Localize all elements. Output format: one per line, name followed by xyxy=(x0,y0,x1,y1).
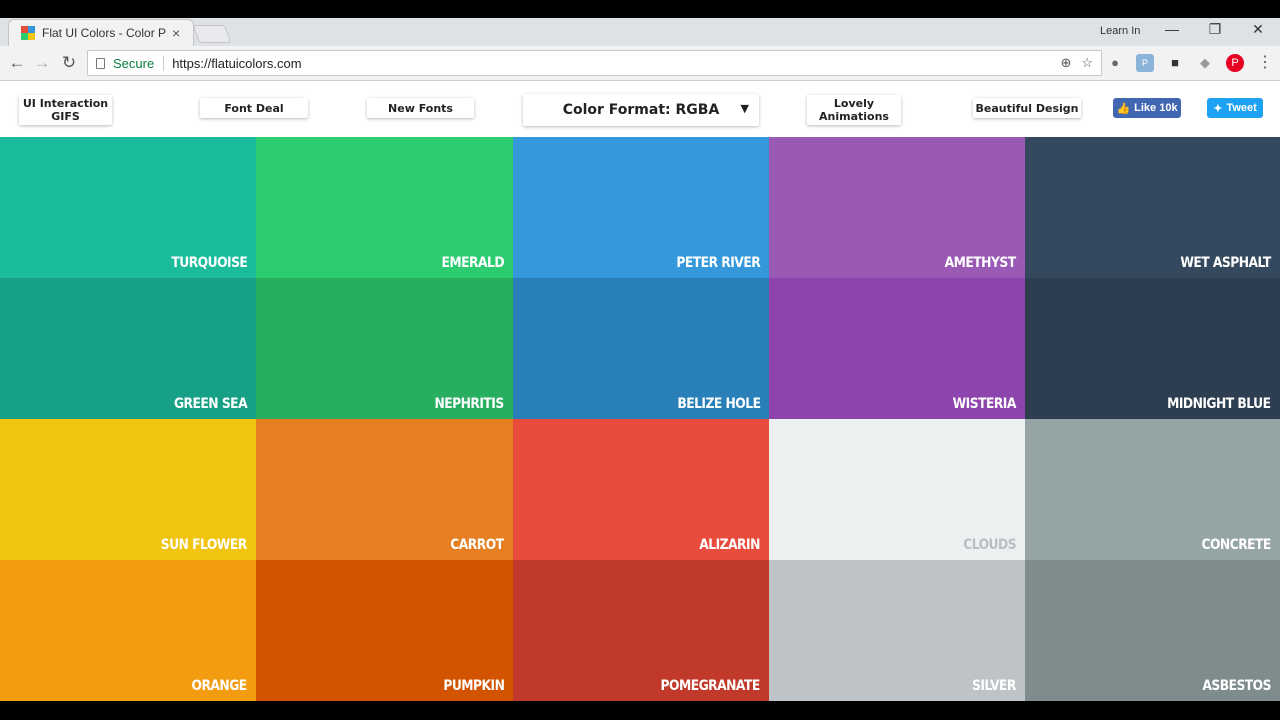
font-deal-button[interactable]: Font Deal xyxy=(200,98,308,118)
address-bar[interactable]: Secure https://flatuicolors.com ⊕ ☆ xyxy=(87,50,1102,76)
chevron-down-icon: ▼ xyxy=(740,102,749,115)
swatch-label: ASBESTOS xyxy=(1202,678,1271,694)
swatch-label: PUMPKIN xyxy=(442,678,505,694)
extension-shield-icon[interactable]: ◆ xyxy=(1196,54,1214,72)
tab-title: Flat UI Colors - Color Pal xyxy=(42,26,166,40)
color-swatch-asbestos[interactable]: ASBESTOS xyxy=(1025,560,1280,701)
omnibox-actions: ⊕ ☆ xyxy=(1060,55,1093,71)
extension-badge-icon[interactable]: ■ xyxy=(1166,54,1184,72)
color-swatch-orange[interactable]: ORANGE xyxy=(0,560,256,701)
back-button[interactable]: ← xyxy=(6,52,28,74)
tab-flat-ui-colors[interactable]: Flat UI Colors - Color Pal × xyxy=(8,19,194,46)
restore-button[interactable]: ❐ xyxy=(1203,21,1227,38)
color-swatch-midnight-blue[interactable]: MIDNIGHT BLUE xyxy=(1025,278,1280,419)
swatch-label: AMETHYST xyxy=(945,255,1016,271)
swatch-label: ORANGE xyxy=(191,678,248,694)
url-text[interactable]: https://flatuicolors.com xyxy=(172,56,301,71)
swatch-label: POMEGRANATE xyxy=(660,678,761,694)
facebook-like-label: Like 10k xyxy=(1134,102,1178,114)
extension-ps-icon[interactable]: P xyxy=(1136,54,1154,72)
bookmark-star-icon[interactable]: ☆ xyxy=(1081,55,1093,71)
swatch-label: GREEN SEA xyxy=(173,396,248,412)
color-swatch-pumpkin[interactable]: PUMPKIN xyxy=(256,560,513,701)
site-nav: UI Interaction GIFS Font Deal New Fonts … xyxy=(0,81,1280,137)
color-swatch-emerald[interactable]: EMERALD xyxy=(256,137,513,278)
swatch-label: PETER RIVER xyxy=(676,255,760,271)
translate-icon[interactable]: ⊕ xyxy=(1060,55,1071,71)
ui-interaction-gifs-button[interactable]: UI Interaction GIFS xyxy=(19,95,112,125)
color-swatch-alizarin[interactable]: ALIZARIN xyxy=(513,419,769,560)
color-swatch-silver[interactable]: SILVER xyxy=(769,560,1025,701)
color-swatch-wet-asphalt[interactable]: WET ASPHALT xyxy=(1025,137,1280,278)
color-format-select[interactable]: Color Format: RGBA ▼ xyxy=(523,94,759,126)
facebook-like-button[interactable]: 👍 Like 10k xyxy=(1113,98,1181,118)
pinterest-icon[interactable]: P xyxy=(1226,54,1244,72)
browser-window: Flat UI Colors - Color Pal × Learn In — … xyxy=(0,0,1280,720)
color-swatch-amethyst[interactable]: AMETHYST xyxy=(769,137,1025,278)
tweet-button[interactable]: ✦ Tweet xyxy=(1207,98,1263,118)
color-swatch-sun-flower[interactable]: SUN FLOWER xyxy=(0,419,256,560)
tab-strip: Flat UI Colors - Color Pal × Learn In — … xyxy=(0,18,1280,46)
swatch-label: BELIZE HOLE xyxy=(676,396,761,412)
minimize-button[interactable]: — xyxy=(1160,21,1184,37)
color-format-label: Color Format: RGBA xyxy=(562,102,720,118)
extension-bulb-icon[interactable]: ● xyxy=(1106,54,1124,72)
reload-button[interactable]: ↻ xyxy=(58,52,80,74)
color-swatch-wisteria[interactable]: WISTERIA xyxy=(769,278,1025,419)
close-icon[interactable]: × xyxy=(172,25,180,41)
beautiful-design-button[interactable]: Beautiful Design xyxy=(973,98,1081,118)
swatch-label: ALIZARIN xyxy=(699,537,760,553)
page-info-icon[interactable] xyxy=(96,57,105,69)
swatch-label: NEPHRITIS xyxy=(434,396,505,412)
swatch-label: CONCRETE xyxy=(1201,537,1272,553)
swatch-label: CLOUDS xyxy=(963,537,1016,553)
color-swatch-clouds[interactable]: CLOUDS xyxy=(769,419,1025,560)
browser-menu-icon[interactable]: ⋮ xyxy=(1256,54,1274,72)
forward-button[interactable]: → xyxy=(31,52,53,74)
new-tab-button[interactable] xyxy=(192,25,232,43)
color-swatch-peter-river[interactable]: PETER RIVER xyxy=(513,137,769,278)
color-swatch-turquoise[interactable]: TURQUOISE xyxy=(0,137,256,278)
color-grid: TURQUOISE EMERALD PETER RIVER AMETHYST WET A… xyxy=(0,137,1280,701)
browser-toolbar: ← → ↻ Secure https://flatuicolors.com ⊕ … xyxy=(0,46,1280,81)
twitter-bird-icon: ✦ xyxy=(1213,102,1223,115)
color-swatch-nephritis[interactable]: NEPHRITIS xyxy=(256,278,513,419)
swatch-label: WISTERIA xyxy=(952,396,1017,412)
color-swatch-carrot[interactable]: CARROT xyxy=(256,419,513,560)
swatch-label: MIDNIGHT BLUE xyxy=(1167,396,1272,412)
swatch-label: SUN FLOWER xyxy=(161,537,248,553)
new-fonts-button[interactable]: New Fonts xyxy=(367,98,474,118)
color-swatch-green-sea[interactable]: GREEN SEA xyxy=(0,278,256,419)
swatch-label: SILVER xyxy=(972,678,1016,694)
tweet-label: Tweet xyxy=(1226,102,1257,114)
swatch-label: WET ASPHALT xyxy=(1180,255,1272,271)
profile-label[interactable]: Learn In xyxy=(1100,25,1140,37)
swatch-label: CARROT xyxy=(450,537,505,553)
lovely-animations-button[interactable]: Lovely Animations xyxy=(807,95,901,125)
favicon-icon xyxy=(21,26,35,40)
swatch-label: TURQUOISE xyxy=(171,255,247,271)
color-swatch-concrete[interactable]: CONCRETE xyxy=(1025,419,1280,560)
color-swatch-pomegranate[interactable]: POMEGRANATE xyxy=(513,560,769,701)
color-swatch-belize-hole[interactable]: BELIZE HOLE xyxy=(513,278,769,419)
thumbs-up-icon: 👍 xyxy=(1116,102,1131,115)
window-close-button[interactable]: ✕ xyxy=(1246,21,1270,38)
bottom-bar xyxy=(0,701,1280,720)
secure-label: Secure xyxy=(113,55,165,71)
swatch-label: EMERALD xyxy=(441,255,504,271)
